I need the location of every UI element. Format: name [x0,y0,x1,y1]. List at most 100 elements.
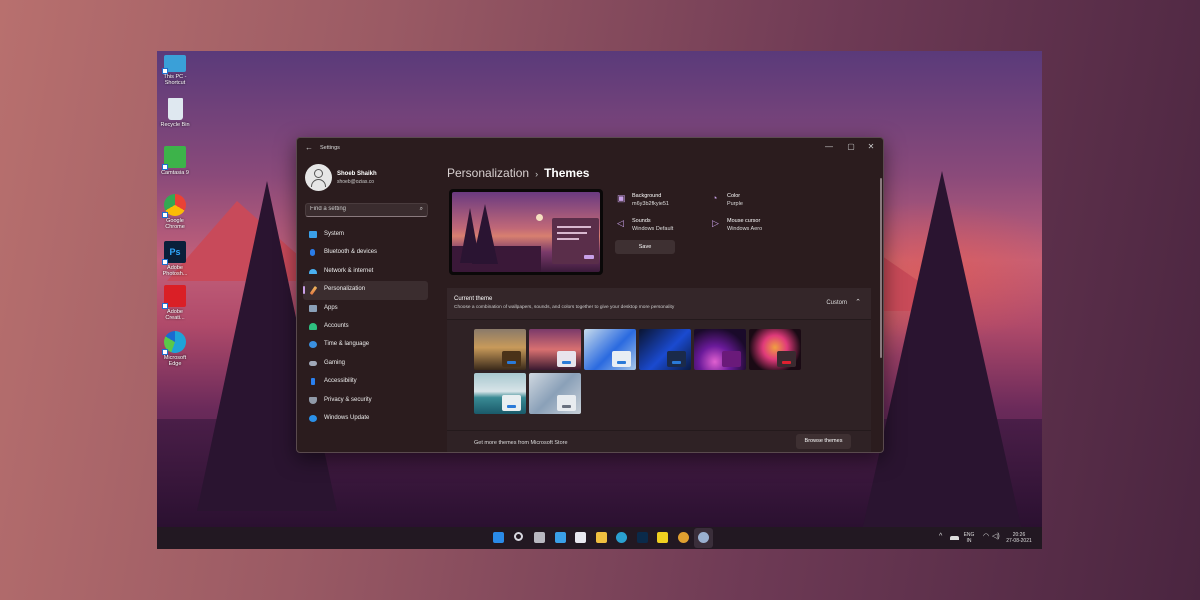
desktop-icon-creative-cloud[interactable]: Adobe Creati... [157,285,193,321]
theme-accent-bar [507,405,516,408]
theme-accent-bar [672,361,681,364]
chrome-icon [162,194,186,218]
sidebar-item-system[interactable]: System [303,226,428,244]
folder-icon[interactable] [595,532,607,543]
main-content: Personalization › Themes ▣ Background m6… [445,158,875,452]
chevron-right-icon: › [535,169,539,179]
settings-gear-icon[interactable] [698,532,709,543]
sidebar-nav: System Bluetooth & devices Network & int… [303,226,428,428]
scrollbar[interactable] [880,178,882,358]
sticky-notes-icon[interactable] [657,532,668,543]
theme-tile[interactable] [474,329,526,370]
theme-window-preview [557,395,576,411]
search-input[interactable] [310,206,410,212]
search-box: ⌕ [305,203,428,217]
store-icon[interactable] [575,532,586,543]
globe-clock-icon [309,341,317,349]
photoshop-icon[interactable] [636,532,648,543]
apps-icon [309,304,317,312]
onedrive-cloud-icon[interactable] [950,536,959,540]
save-button[interactable]: Save [615,240,675,254]
widgets-icon[interactable] [554,532,566,543]
theme-tile[interactable] [584,329,636,370]
clock[interactable]: 20:26 27-08-2021 [1004,532,1034,544]
current-theme-description: Choose a combination of wallpapers, soun… [454,305,675,310]
browse-themes-button[interactable]: Browse themes [796,434,851,449]
date: 27-08-2021 [1006,538,1032,544]
sidebar-item-time-language[interactable]: Time & language [303,336,428,354]
image-icon: ▣ [617,193,626,203]
sidebar-item-personalization[interactable]: Personalization [303,281,428,300]
desktop-icon-photoshop[interactable]: Ps Adobe Photosh... [157,241,193,277]
close-button[interactable]: ✕ [861,142,881,151]
theme-window-preview [722,351,741,367]
accounts-icon [309,322,317,330]
desktop-icon-edge[interactable]: Microsoft Edge [157,331,193,367]
current-theme-header[interactable]: Current theme Choose a combination of wa… [447,288,871,320]
theme-tile[interactable] [694,329,746,370]
palette-icon: ◔ [712,193,718,203]
chrome-icon[interactable] [677,532,689,543]
sidebar-item-gaming[interactable]: Gaming [303,355,428,373]
sidebar-item-accounts[interactable]: Accounts [303,318,428,336]
tray-overflow-chevron-icon[interactable]: ^ [939,533,942,540]
theme-accent-bar [617,361,626,364]
accessibility-icon [311,378,315,386]
sidebar-item-accessibility[interactable]: Accessibility [303,373,428,391]
minimize-button[interactable]: — [819,142,839,151]
maximize-button[interactable]: ▢ [841,142,861,151]
window-title: Settings [320,145,340,151]
bluetooth-icon [310,249,315,257]
theme-tile[interactable] [529,329,581,370]
current-theme-value: Custom [826,300,847,306]
back-arrow-icon[interactable]: ← [305,143,313,152]
desktop-icon-camtasia[interactable]: Camtasia 9 [157,146,193,176]
language-indicator[interactable]: ENG IN [962,532,976,544]
profile-name: Shoeb Shaikh [337,171,377,177]
windows-logo-icon[interactable] [493,532,504,543]
search-icon[interactable]: ⌕ [420,206,423,213]
sidebar: Shoeb Shaikh shoeb@ozias.co ⌕ System Blu… [297,158,437,452]
theme-window-preview [777,351,796,367]
current-theme-panel: Current theme Choose a combination of wa… [447,288,871,452]
sidebar-item-bluetooth[interactable]: Bluetooth & devices [303,244,428,262]
desktop-icon-this-pc[interactable]: This PC - Shortcut [157,55,193,86]
sidebar-item-network[interactable]: Network & internet [303,263,428,281]
sidebar-item-privacy[interactable]: Privacy & security [303,392,428,410]
theme-tile[interactable] [639,329,691,370]
store-text: Get more themes from Microsoft Store [474,440,568,446]
network-icon [309,268,317,274]
photoshop-icon: Ps [162,241,186,265]
desktop-icon-chrome[interactable]: Google Chrome [157,194,193,230]
system-icon [309,231,317,238]
theme-tile[interactable] [474,373,526,414]
volume-icon[interactable]: ◁) [992,533,1000,540]
update-icon [309,414,317,422]
theme-window-preview [667,351,686,367]
desktop: This PC - Shortcut Recycle Bin Camtasia … [157,51,1042,549]
user-profile[interactable]: Shoeb Shaikh shoeb@ozias.co [305,164,377,191]
camtasia-icon [162,146,186,170]
settings-window: ← Settings — ▢ ✕ Shoeb Shaikh shoeb@ozia… [296,137,884,453]
theme-tile[interactable] [529,373,581,414]
theme-preview [449,189,603,275]
task-view-icon[interactable] [534,532,545,543]
current-theme-title: Current theme [454,296,493,302]
theme-accent-bar [507,361,516,364]
wifi-icon[interactable]: ◠ [983,533,989,540]
theme-accent-bar [782,361,791,364]
theme-tile[interactable] [749,329,801,370]
edge-icon[interactable] [616,532,627,543]
cursor-icon: ▷ [712,218,719,228]
wallpaper-tree-right [862,171,1022,531]
sidebar-item-windows-update[interactable]: Windows Update [303,410,428,428]
chevron-up-icon[interactable]: ⌃ [855,298,861,306]
person-icon [314,169,323,178]
page-title: Themes [544,166,590,180]
edge-icon [162,331,186,355]
desktop-icon-recycle-bin[interactable]: Recycle Bin [157,98,193,128]
search-icon[interactable] [513,532,523,541]
breadcrumb-parent[interactable]: Personalization [447,166,529,180]
theme-window-preview [612,351,631,367]
sidebar-item-apps[interactable]: Apps [303,300,428,318]
